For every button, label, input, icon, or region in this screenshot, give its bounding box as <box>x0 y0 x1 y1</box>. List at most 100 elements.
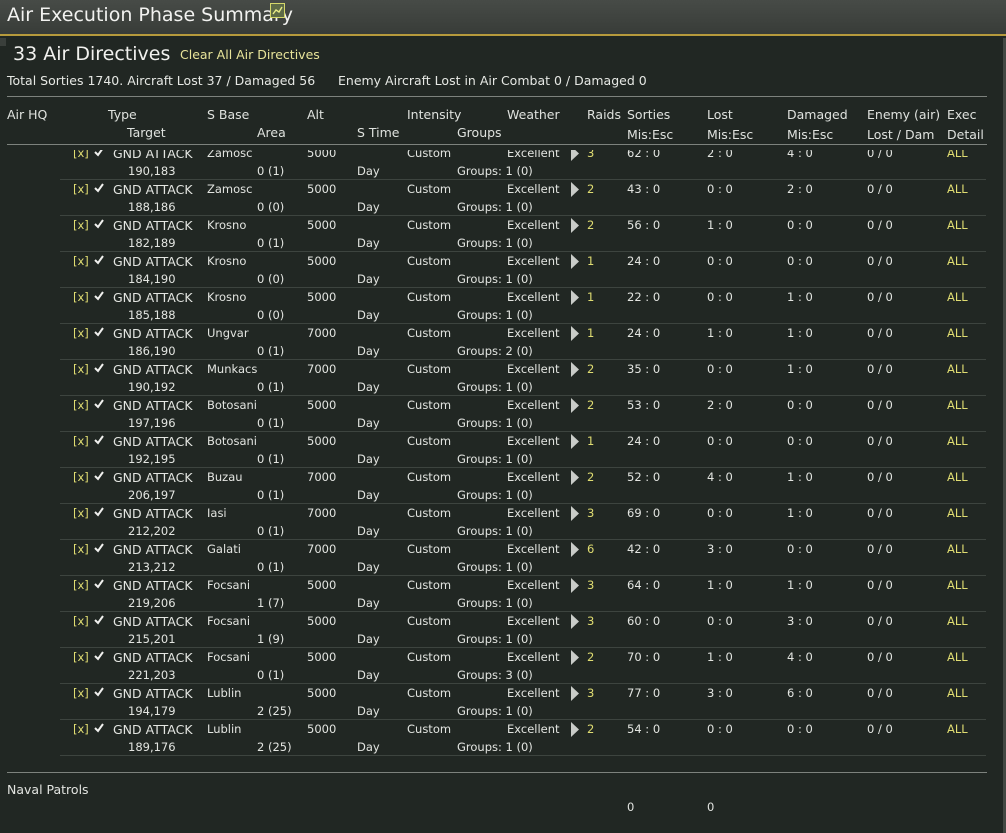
checkmark-icon[interactable] <box>94 723 104 733</box>
play-arrow-icon[interactable] <box>570 434 580 449</box>
directive-row[interactable]: [x] GND ATTACK 188,186 Zamosc 0 (0) 5000 Day Cu… <box>0 180 1006 216</box>
include-toggle[interactable]: [x] <box>73 255 89 268</box>
checkmark-icon[interactable] <box>94 291 104 301</box>
sorties-value: 42 : 0 <box>627 542 661 556</box>
target-hex: 215,201 <box>128 632 176 646</box>
include-toggle[interactable]: [x] <box>73 150 89 160</box>
checkmark-icon[interactable] <box>94 435 104 445</box>
raids-count: 6 <box>587 542 595 556</box>
play-arrow-icon[interactable] <box>570 182 580 197</box>
directive-row[interactable]: [x] GND ATTACK 185,188 Krosno 0 (0) 5000 Day Cu… <box>0 288 1006 324</box>
include-toggle[interactable]: [x] <box>73 183 89 196</box>
play-arrow-icon[interactable] <box>570 650 580 665</box>
exec-detail-link[interactable]: ALL <box>947 615 968 628</box>
include-toggle[interactable]: [x] <box>73 723 89 736</box>
checkmark-icon[interactable] <box>94 150 104 157</box>
checkmark-icon[interactable] <box>94 543 104 553</box>
directive-row[interactable]: [x] GND ATTACK 212,202 Iasi 0 (1) 7000 Day Cust… <box>0 504 1006 540</box>
exec-detail-link[interactable]: ALL <box>947 651 968 664</box>
include-toggle[interactable]: [x] <box>73 291 89 304</box>
checkmark-icon[interactable] <box>94 471 104 481</box>
play-arrow-icon[interactable] <box>570 506 580 521</box>
include-toggle[interactable]: [x] <box>73 363 89 376</box>
altitude: 7000 <box>307 326 337 340</box>
include-toggle[interactable]: [x] <box>73 219 89 232</box>
friendly-totals: Total Sorties 1740. Aircraft Lost 37 / D… <box>7 73 316 88</box>
exec-detail-link[interactable]: ALL <box>947 150 968 160</box>
col-damaged: Damaged <box>787 107 848 122</box>
checkmark-icon[interactable] <box>94 399 104 409</box>
play-arrow-icon[interactable] <box>570 290 580 305</box>
directive-row[interactable]: [x] GND ATTACK 186,190 Ungvar 0 (1) 7000 Day Cu… <box>0 324 1006 360</box>
checkmark-icon[interactable] <box>94 615 104 625</box>
play-arrow-icon[interactable] <box>570 398 580 413</box>
directive-row[interactable]: [x] GND ATTACK 194,179 Lublin 2 (25) 5000 Day C… <box>0 684 1006 720</box>
exec-detail-link[interactable]: ALL <box>947 579 968 592</box>
checkmark-icon[interactable] <box>94 579 104 589</box>
play-arrow-icon[interactable] <box>570 362 580 377</box>
play-arrow-icon[interactable] <box>570 686 580 701</box>
exec-detail-link[interactable]: ALL <box>947 471 968 484</box>
checkmark-icon[interactable] <box>94 327 104 337</box>
play-arrow-icon[interactable] <box>570 578 580 593</box>
exec-detail-link[interactable]: ALL <box>947 435 968 448</box>
play-arrow-icon[interactable] <box>570 722 580 737</box>
exec-detail-link[interactable]: ALL <box>947 687 968 700</box>
checkmark-icon[interactable] <box>94 687 104 697</box>
exec-detail-link[interactable]: ALL <box>947 183 968 196</box>
play-arrow-icon[interactable] <box>570 326 580 341</box>
checkmark-icon[interactable] <box>94 219 104 229</box>
directive-row[interactable]: [x] GND ATTACK 213,212 Galati 0 (1) 7000 Day Cu… <box>0 540 1006 576</box>
exec-detail-link[interactable]: ALL <box>947 219 968 232</box>
play-arrow-icon[interactable] <box>570 150 580 161</box>
checkmark-icon[interactable] <box>94 183 104 193</box>
directive-row[interactable]: [x] GND ATTACK 221,203 Focsani 0 (1) 5000 Day C… <box>0 648 1006 684</box>
directive-row[interactable]: [x] GND ATTACK 190,183 Zamosc 0 (1) 5000 Day Cu… <box>0 150 1006 180</box>
checkmark-icon[interactable] <box>94 255 104 265</box>
play-arrow-icon[interactable] <box>570 470 580 485</box>
play-arrow-icon[interactable] <box>570 614 580 629</box>
directive-row[interactable]: [x] GND ATTACK 189,176 Lublin 2 (25) 5000 Day C… <box>0 720 1006 756</box>
exec-detail-link[interactable]: ALL <box>947 291 968 304</box>
exec-detail-link[interactable]: ALL <box>947 327 968 340</box>
clear-all-directives-button[interactable]: Clear All Air Directives <box>180 47 320 62</box>
source-base: Botosani <box>207 434 257 448</box>
exec-detail-link[interactable]: ALL <box>947 255 968 268</box>
include-toggle[interactable]: [x] <box>73 579 89 592</box>
play-arrow-icon[interactable] <box>570 542 580 557</box>
checkmark-icon[interactable] <box>94 651 104 661</box>
exec-detail-link[interactable]: ALL <box>947 399 968 412</box>
include-toggle[interactable]: [x] <box>73 543 89 556</box>
directive-row[interactable]: [x] GND ATTACK 219,206 Focsani 1 (7) 5000 Day C… <box>0 576 1006 612</box>
directive-row[interactable]: [x] GND ATTACK 192,195 Botosani 0 (1) 5000 Day… <box>0 432 1006 468</box>
directive-row[interactable]: [x] GND ATTACK 190,192 Munkacs 0 (1) 7000 Day C… <box>0 360 1006 396</box>
exec-detail-link[interactable]: ALL <box>947 507 968 520</box>
chart-icon[interactable] <box>270 3 285 18</box>
directive-row[interactable]: [x] GND ATTACK 182,189 Krosno 0 (1) 5000 Day Cu… <box>0 216 1006 252</box>
directive-row[interactable]: [x] GND ATTACK 197,196 Botosani 0 (1) 5000 Day… <box>0 396 1006 432</box>
exec-detail-link[interactable]: ALL <box>947 363 968 376</box>
include-toggle[interactable]: [x] <box>73 327 89 340</box>
directive-row[interactable]: [x] GND ATTACK 206,197 Buzau 0 (1) 7000 Day Cus… <box>0 468 1006 504</box>
include-toggle[interactable]: [x] <box>73 615 89 628</box>
include-toggle[interactable]: [x] <box>73 687 89 700</box>
include-toggle[interactable]: [x] <box>73 399 89 412</box>
checkmark-icon[interactable] <box>94 363 104 373</box>
enemy-value: 0 / 0 <box>867 398 893 412</box>
include-toggle[interactable]: [x] <box>73 651 89 664</box>
directive-row[interactable]: [x] GND ATTACK 184,190 Krosno 0 (0) 5000 Day Cu… <box>0 252 1006 288</box>
altitude: 5000 <box>307 578 337 592</box>
include-toggle[interactable]: [x] <box>73 435 89 448</box>
checkmark-icon[interactable] <box>94 507 104 517</box>
exec-detail-link[interactable]: ALL <box>947 543 968 556</box>
lost-value: 1 : 0 <box>707 218 733 232</box>
col-lost: Lost <box>707 107 733 122</box>
play-arrow-icon[interactable] <box>570 218 580 233</box>
directives-list[interactable]: [x] GND ATTACK 190,183 Zamosc 0 (1) 5000 Day Cu… <box>0 150 1006 767</box>
exec-detail-link[interactable]: ALL <box>947 723 968 736</box>
directive-row[interactable]: [x] GND ATTACK 215,201 Focsani 1 (9) 5000 Day C… <box>0 612 1006 648</box>
include-toggle[interactable]: [x] <box>73 471 89 484</box>
include-toggle[interactable]: [x] <box>73 507 89 520</box>
play-arrow-icon[interactable] <box>570 254 580 269</box>
target-hex: 189,176 <box>128 740 176 754</box>
